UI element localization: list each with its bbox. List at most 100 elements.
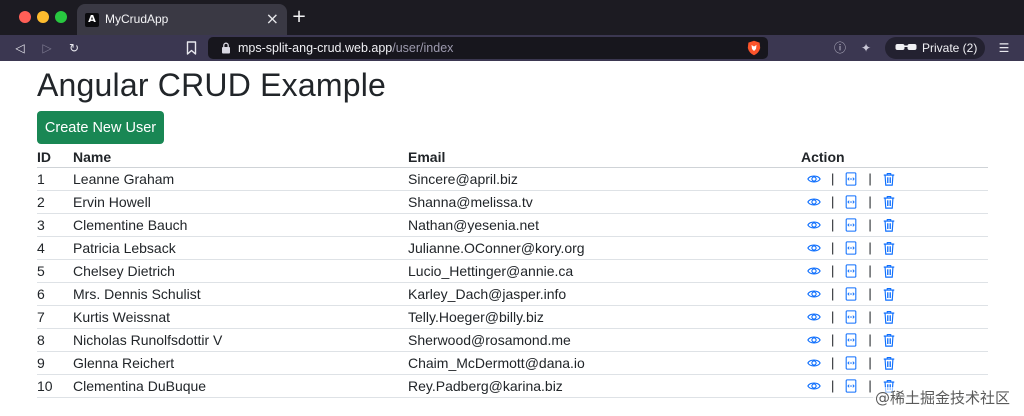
page-content: Angular CRUD Example Create New User ID … xyxy=(0,61,1024,416)
cell-email: Julianne.OConner@kory.org xyxy=(408,236,801,260)
action-separator: | xyxy=(868,355,872,370)
trash-icon[interactable] xyxy=(882,172,896,186)
edit-icon[interactable] xyxy=(844,332,858,347)
cell-actions: | | xyxy=(801,305,988,329)
action-separator: | xyxy=(831,378,835,393)
url-path: /user/index xyxy=(392,41,454,55)
edit-icon[interactable] xyxy=(844,194,858,209)
extensions-puzzle-icon[interactable]: ✦ xyxy=(856,38,876,58)
action-separator: | xyxy=(868,194,872,209)
header-action: Action xyxy=(801,145,988,168)
cell-name: Nicholas Runolfsdottir V xyxy=(73,328,408,352)
cell-email: Sherwood@rosamond.me xyxy=(408,328,801,352)
action-separator: | xyxy=(831,286,835,301)
action-separator: | xyxy=(831,194,835,209)
edit-icon[interactable] xyxy=(844,355,858,370)
cell-actions: | | xyxy=(801,190,988,214)
create-new-user-button[interactable]: Create New User xyxy=(37,111,164,144)
trash-icon[interactable] xyxy=(882,241,896,255)
header-email: Email xyxy=(408,145,801,168)
table-header-row: ID Name Email Action xyxy=(37,145,988,168)
cell-email: Rey.Padberg@karina.biz xyxy=(408,374,801,398)
edit-icon[interactable] xyxy=(844,263,858,278)
private-label: Private (2) xyxy=(922,41,978,55)
cell-email: Karley_Dach@jasper.info xyxy=(408,282,801,306)
table-row: 3 Clementine Bauch Nathan@yesenia.net | … xyxy=(37,213,988,237)
cell-actions: | | xyxy=(801,236,988,260)
table-row: 8 Nicholas Runolfsdottir V Sherwood@rosa… xyxy=(37,328,988,352)
close-window-button[interactable] xyxy=(19,11,31,23)
trash-icon[interactable] xyxy=(882,287,896,301)
edit-icon[interactable] xyxy=(844,286,858,301)
zoom-window-button[interactable] xyxy=(55,11,67,23)
cell-email: Lucio_Hettinger@annie.ca xyxy=(408,259,801,283)
back-arrow-icon[interactable]: ◁ xyxy=(10,38,30,58)
browser-toolbar: ◁ ▷ ↻ mps-split-ang-crud.web.app/user/in… xyxy=(0,35,1024,61)
trash-icon[interactable] xyxy=(882,264,896,278)
action-separator: | xyxy=(868,378,872,393)
lock-icon xyxy=(222,42,230,54)
table-row: 6 Mrs. Dennis Schulist Karley_Dach@jaspe… xyxy=(37,282,988,306)
cell-name: Patricia Lebsack xyxy=(73,236,408,260)
tab-title: MyCrudApp xyxy=(105,12,169,26)
edit-icon[interactable] xyxy=(844,240,858,255)
new-tab-plus-icon[interactable]: + xyxy=(290,7,308,27)
eye-icon[interactable] xyxy=(807,218,821,232)
table-row: 9 Glenna Reichert Chaim_McDermott@dana.i… xyxy=(37,351,988,375)
eye-icon[interactable] xyxy=(807,195,821,209)
trash-icon[interactable] xyxy=(882,356,896,370)
info-circle-icon[interactable]: ⓘ xyxy=(830,38,850,58)
cell-id: 10 xyxy=(37,374,73,398)
reload-icon[interactable]: ↻ xyxy=(64,38,84,58)
cell-actions: | | xyxy=(801,259,988,283)
action-separator: | xyxy=(831,240,835,255)
eye-icon[interactable] xyxy=(807,241,821,255)
url-host: mps-split-ang-crud.web.app xyxy=(238,41,393,55)
cell-id: 4 xyxy=(37,236,73,260)
trash-icon[interactable] xyxy=(882,333,896,347)
action-separator: | xyxy=(868,171,872,186)
bookmark-icon[interactable] xyxy=(186,41,197,55)
private-window-indicator[interactable]: Private (2) xyxy=(885,37,985,59)
tab-close-icon[interactable]: × xyxy=(266,9,279,29)
trash-icon[interactable] xyxy=(882,195,896,209)
action-separator: | xyxy=(831,263,835,278)
cell-actions: | | xyxy=(801,167,988,191)
edit-icon[interactable] xyxy=(844,378,858,393)
cell-name: Leanne Graham xyxy=(73,167,408,191)
action-separator: | xyxy=(868,309,872,324)
eye-icon[interactable] xyxy=(807,172,821,186)
edit-icon[interactable] xyxy=(844,309,858,324)
address-bar[interactable]: mps-split-ang-crud.web.app/user/index xyxy=(208,37,768,59)
browser-tab[interactable]: A MyCrudApp × xyxy=(77,4,287,35)
cell-email: Sincere@april.biz xyxy=(408,167,801,191)
cell-id: 2 xyxy=(37,190,73,214)
action-separator: | xyxy=(831,309,835,324)
cell-id: 5 xyxy=(37,259,73,283)
trash-icon[interactable] xyxy=(882,218,896,232)
cell-email: Shanna@melissa.tv xyxy=(408,190,801,214)
cell-name: Clementina DuBuque xyxy=(73,374,408,398)
trash-icon[interactable] xyxy=(882,310,896,324)
table-row: 10 Clementina DuBuque Rey.Padberg@karina… xyxy=(37,374,988,398)
brave-shield-icon[interactable] xyxy=(747,40,761,56)
eye-icon[interactable] xyxy=(807,264,821,278)
eye-icon[interactable] xyxy=(807,287,821,301)
action-separator: | xyxy=(868,240,872,255)
edit-icon[interactable] xyxy=(844,217,858,232)
header-name: Name xyxy=(73,145,408,168)
cell-email: Chaim_McDermott@dana.io xyxy=(408,351,801,375)
eye-icon[interactable] xyxy=(807,310,821,324)
menu-hamburger-icon[interactable]: ☰ xyxy=(994,38,1014,58)
angular-favicon-icon: A xyxy=(85,13,99,27)
edit-icon[interactable] xyxy=(844,171,858,186)
eye-icon[interactable] xyxy=(807,379,821,393)
eye-icon[interactable] xyxy=(807,356,821,370)
minimize-window-button[interactable] xyxy=(37,11,49,23)
users-table-body: 1 Leanne Graham Sincere@april.biz | | 2 … xyxy=(37,167,988,398)
cell-email: Telly.Hoeger@billy.biz xyxy=(408,305,801,329)
table-row: 5 Chelsey Dietrich Lucio_Hettinger@annie… xyxy=(37,259,988,283)
forward-arrow-icon[interactable]: ▷ xyxy=(37,38,57,58)
eye-icon[interactable] xyxy=(807,333,821,347)
table-row: 2 Ervin Howell Shanna@melissa.tv | | xyxy=(37,190,988,214)
